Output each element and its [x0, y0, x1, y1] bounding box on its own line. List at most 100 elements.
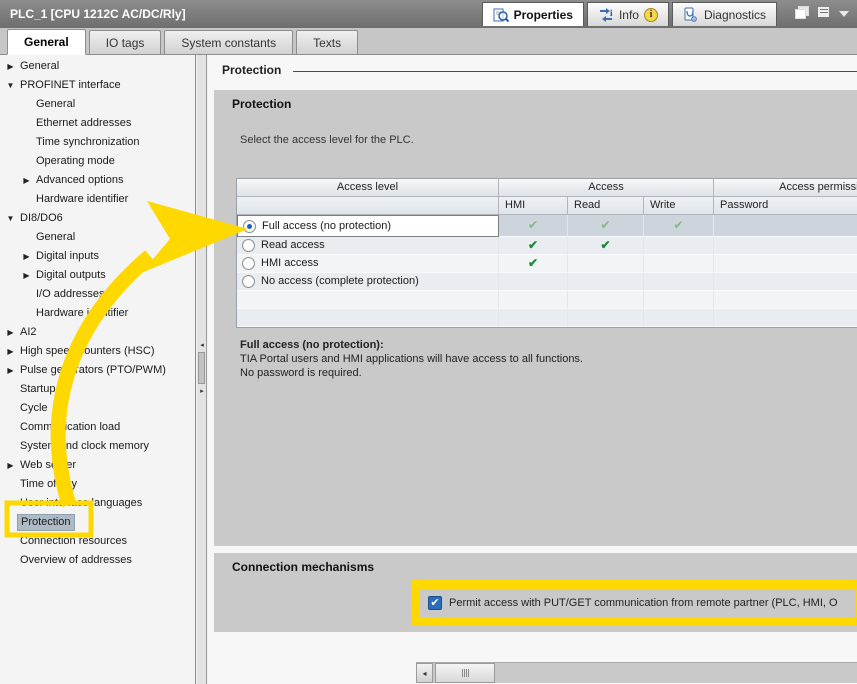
access-level-cell[interactable]: No access (complete protection)	[237, 273, 499, 291]
sidebar-item-startup[interactable]: Startup	[0, 380, 195, 399]
access-cell-hmi: ✔	[499, 237, 568, 255]
sidebar-item-general[interactable]: General	[0, 228, 195, 247]
sidebar-item-digital-outputs[interactable]: ▶ Digital outputs	[0, 266, 195, 285]
tab-diagnostics[interactable]: Diagnostics	[671, 2, 777, 26]
chevron-right-icon[interactable]: ▶	[20, 247, 33, 266]
sidebar-item-hardware-identifier[interactable]: Hardware identifier	[0, 190, 195, 209]
access-level-row-no-access-complete-protection[interactable]: No access (complete protection)	[237, 273, 857, 291]
access-level-cell[interactable]: Read access	[237, 237, 499, 255]
tab-io-tags[interactable]: IO tags	[88, 30, 162, 54]
password-cell[interactable]	[714, 237, 857, 255]
property-tab-strip: General IO tags System constants Texts	[0, 28, 857, 55]
radio-hmi-access[interactable]	[242, 257, 255, 270]
diagnostics-icon	[684, 7, 697, 22]
access-cell-write	[644, 237, 714, 255]
empty-cell	[499, 291, 568, 309]
password-cell[interactable]	[714, 255, 857, 273]
access-level-label: HMI access	[261, 257, 319, 269]
sidebar-item-general[interactable]: General	[0, 95, 195, 114]
access-level-row-full-access-no-protection[interactable]: Full access (no protection) ✔ ✔ ✔	[237, 215, 857, 237]
access-level-cell[interactable]: HMI access	[237, 255, 499, 273]
access-cell-write	[644, 255, 714, 273]
sidebar-item-protection[interactable]: Protection	[0, 513, 195, 532]
chevron-right-icon[interactable]: ▶	[20, 266, 33, 285]
sidebar-item-user-interface-languages[interactable]: User interface languages	[0, 494, 195, 513]
radio-read-access[interactable]	[242, 239, 255, 252]
empty-cell	[568, 291, 644, 309]
sidebar-item-overview-of-addresses[interactable]: Overview of addresses	[0, 551, 195, 570]
sidebar-item-ai2[interactable]: ▶ AI2	[0, 323, 195, 342]
tab-properties[interactable]: Properties	[481, 2, 584, 26]
sub-header-write[interactable]: Write	[644, 197, 714, 215]
chevron-down-icon[interactable]: ▼	[4, 209, 17, 228]
tab-texts[interactable]: Texts	[296, 30, 359, 54]
sidebar-item-ethernet-addresses[interactable]: Ethernet addresses	[0, 114, 195, 133]
sidebar-item-web-server[interactable]: ▶ Web server	[0, 456, 195, 475]
splitter-collapse-left-icon[interactable]: ◂	[198, 341, 206, 349]
access-cell-hmi: ✔	[499, 255, 568, 273]
sub-header-hmi[interactable]: HMI	[499, 197, 568, 215]
sidebar-item-di8-do6[interactable]: ▼ DI8/DO6	[0, 209, 195, 228]
access-level-description: Full access (no protection): TIA Portal …	[240, 338, 583, 380]
access-level-row-hmi-access[interactable]: HMI access ✔	[237, 255, 857, 273]
scrollbar-thumb[interactable]	[435, 663, 495, 683]
sidebar-item-connection-resources[interactable]: Connection resources	[0, 532, 195, 551]
content-area: Protection Protection Select the access …	[208, 55, 857, 684]
sidebar-item-label: Startup	[20, 383, 56, 395]
description-title: Full access (no protection):	[240, 339, 384, 351]
chevron-right-icon[interactable]: ▶	[4, 342, 17, 361]
pane-splitter[interactable]: ◂ ▸	[197, 55, 207, 684]
password-cell[interactable]	[714, 273, 857, 291]
tab-general[interactable]: General	[7, 29, 86, 55]
radio-no-access-complete-protection[interactable]	[242, 275, 255, 288]
list-view-icon[interactable]	[817, 6, 831, 18]
sidebar-item-cycle[interactable]: Cycle	[0, 399, 195, 418]
sidebar-item-digital-inputs[interactable]: ▶ Digital inputs	[0, 247, 195, 266]
sidebar-item-label: User interface languages	[20, 497, 143, 509]
info-icon: i	[599, 7, 613, 22]
float-window-icon[interactable]	[795, 6, 809, 19]
access-level-cell[interactable]: Full access (no protection)	[237, 215, 499, 237]
password-cell[interactable]	[714, 215, 857, 237]
check-icon: ✔	[673, 218, 684, 232]
scrollbar-track[interactable]	[495, 663, 857, 683]
tab-info[interactable]: i Info i	[586, 2, 669, 26]
sidebar-item-communication-load[interactable]: Communication load	[0, 418, 195, 437]
horizontal-scrollbar[interactable]: ◂ ▸	[416, 662, 857, 683]
sidebar-item-i-o-addresses[interactable]: I/O addresses	[0, 285, 195, 304]
sidebar-item-system-and-clock-memory[interactable]: System and clock memory	[0, 437, 195, 456]
chevron-right-icon[interactable]: ▶	[4, 456, 17, 475]
column-header-access[interactable]: Access	[499, 179, 714, 197]
radio-full-access-no-protection[interactable]	[243, 219, 256, 233]
sidebar-item-label: General	[36, 98, 76, 110]
chevron-right-icon[interactable]: ▶	[4, 57, 17, 76]
chevron-down-icon[interactable]: ▼	[4, 76, 17, 95]
tab-system-constants[interactable]: System constants	[164, 30, 294, 54]
splitter-collapse-right-icon[interactable]: ▸	[198, 387, 206, 395]
sidebar-item-pulse-generators-pto-pwm[interactable]: ▶ Pulse generators (PTO/PWM)	[0, 361, 195, 380]
sidebar-item-advanced-options[interactable]: ▶ Advanced options	[0, 171, 195, 190]
sidebar-item-time-of-day[interactable]: Time of day	[0, 475, 195, 494]
sidebar-item-high-speed-counters-hsc[interactable]: ▶ High speed counters (HSC)	[0, 342, 195, 361]
sidebar-item-time-synchronization[interactable]: Time synchronization	[0, 133, 195, 152]
scroll-left-icon[interactable]: ◂	[416, 663, 433, 683]
sidebar-item-hardware-identifier[interactable]: Hardware identifier	[0, 304, 195, 323]
sidebar-item-label: Protection	[17, 514, 75, 531]
sub-header-read[interactable]: Read	[568, 197, 644, 215]
column-header-access-level[interactable]: Access level	[237, 179, 499, 197]
splitter-thumb[interactable]	[198, 352, 205, 384]
connection-mechanisms-panel: Connection mechanisms ✔ Permit access wi…	[214, 553, 857, 632]
sidebar-item-operating-mode[interactable]: Operating mode	[0, 152, 195, 171]
chevron-right-icon[interactable]: ▶	[20, 171, 33, 190]
putget-checkbox[interactable]: ✔	[428, 596, 442, 610]
access-level-row-read-access[interactable]: Read access ✔ ✔	[237, 237, 857, 255]
sidebar-item-label: Overview of addresses	[20, 554, 132, 566]
column-header-access-permission[interactable]: Access permission	[714, 179, 857, 197]
chevron-right-icon[interactable]: ▶	[4, 323, 17, 342]
description-line: No password is required.	[240, 367, 362, 379]
chevron-right-icon[interactable]: ▶	[4, 361, 17, 380]
sidebar-item-general[interactable]: ▶ General	[0, 57, 195, 76]
sub-header-password[interactable]: Password	[714, 197, 857, 215]
collapse-chevron-icon[interactable]	[839, 10, 849, 17]
sidebar-item-profinet-interface[interactable]: ▼ PROFINET interface	[0, 76, 195, 95]
